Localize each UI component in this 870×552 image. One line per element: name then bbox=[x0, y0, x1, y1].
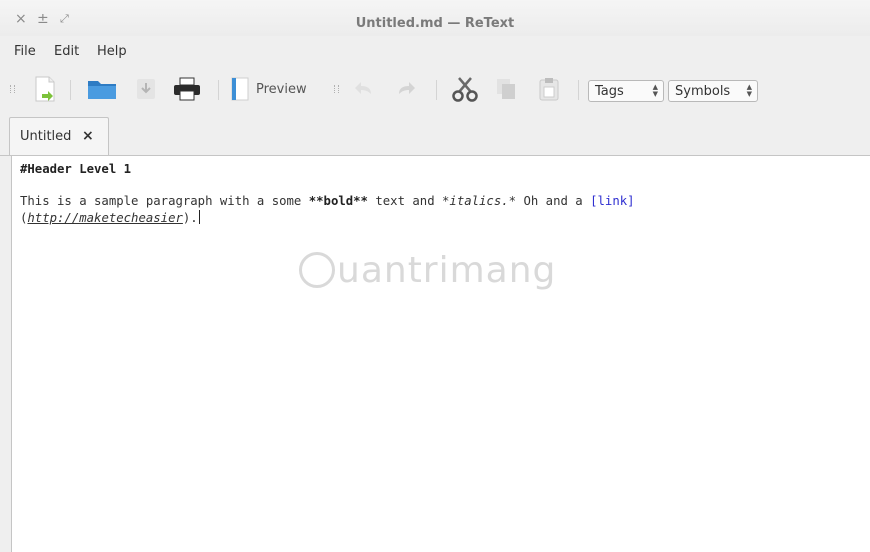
markdown-editor[interactable]: #Header Level 1 This is a sample paragra… bbox=[11, 156, 870, 552]
retext-window: × ± ⤢ Untitled.md — ReText File Edit Hel… bbox=[0, 0, 870, 552]
text-cursor bbox=[198, 210, 200, 224]
menu-file[interactable]: File bbox=[14, 44, 36, 59]
undo-button[interactable] bbox=[350, 74, 378, 104]
new-document-icon bbox=[35, 76, 55, 102]
toolbar-separator bbox=[436, 80, 437, 100]
redo-icon bbox=[399, 82, 415, 94]
combo-arrows-icon: ▲ ▼ bbox=[652, 83, 658, 98]
symbols-combo-label: Symbols bbox=[675, 84, 731, 99]
copy-icon bbox=[497, 79, 515, 99]
editor-line-url: (http://maketecheasier). bbox=[20, 210, 200, 225]
tab-label: Untitled bbox=[20, 129, 72, 144]
paragraph-text: text and bbox=[367, 194, 443, 208]
tags-combo[interactable]: Tags ▲ ▼ bbox=[588, 80, 664, 102]
header-text: #Header Level 1 bbox=[20, 162, 132, 176]
paren-close: ). bbox=[182, 211, 198, 225]
link-markup: [link] bbox=[590, 194, 635, 208]
title-bar: × ± ⤢ Untitled.md — ReText bbox=[0, 0, 870, 36]
cut-button[interactable] bbox=[450, 74, 480, 104]
redo-button[interactable] bbox=[392, 74, 420, 104]
preview-label: Preview bbox=[256, 81, 307, 97]
toolbar-grip[interactable] bbox=[334, 85, 339, 93]
bold-markup: **bold** bbox=[308, 194, 368, 208]
folder-icon bbox=[88, 81, 116, 99]
clipboard-icon bbox=[539, 78, 559, 101]
watermark: uantrimang bbox=[299, 250, 556, 291]
menu-edit[interactable]: Edit bbox=[54, 44, 79, 59]
scissors-icon bbox=[452, 77, 478, 102]
toolbar: Preview Tags ▲ ▼ Symbols ▲ ▼ bbox=[0, 66, 870, 114]
copy-button[interactable] bbox=[492, 74, 520, 104]
watermark-text: uantrimang bbox=[337, 250, 557, 291]
italic-markup: *italics.* bbox=[442, 194, 517, 208]
paragraph-text: Oh and a bbox=[516, 194, 591, 208]
printer-icon bbox=[174, 77, 200, 101]
open-file-button[interactable] bbox=[84, 74, 120, 104]
toolbar-separator bbox=[578, 80, 579, 100]
menu-help[interactable]: Help bbox=[97, 44, 127, 59]
toolbar-grip[interactable] bbox=[10, 85, 15, 93]
editor-line-paragraph: This is a sample paragraph with a some *… bbox=[20, 194, 635, 208]
undo-icon bbox=[355, 82, 371, 94]
close-tab-icon[interactable]: × bbox=[82, 128, 94, 144]
tags-combo-label: Tags bbox=[595, 84, 624, 99]
preview-button[interactable]: Preview bbox=[230, 74, 320, 104]
new-document-button[interactable] bbox=[28, 74, 62, 104]
paragraph-text: This is a sample paragraph with a some bbox=[20, 194, 309, 208]
symbols-combo[interactable]: Symbols ▲ ▼ bbox=[668, 80, 758, 102]
toolbar-separator bbox=[70, 80, 71, 100]
lightbulb-icon bbox=[299, 252, 335, 288]
preview-document-icon bbox=[231, 77, 249, 101]
tab-untitled[interactable]: Untitled × bbox=[9, 117, 109, 155]
paste-button[interactable] bbox=[535, 74, 563, 104]
editor-line-header: #Header Level 1 bbox=[20, 162, 131, 176]
link-url: http://maketecheasier bbox=[27, 211, 183, 225]
save-arrow-icon bbox=[137, 79, 155, 99]
print-button[interactable] bbox=[170, 74, 204, 104]
combo-arrows-icon: ▲ ▼ bbox=[746, 83, 752, 98]
tab-bar: Untitled × bbox=[0, 117, 870, 156]
window-title: Untitled.md — ReText bbox=[355, 16, 515, 31]
toolbar-separator bbox=[218, 80, 219, 100]
save-button[interactable] bbox=[132, 74, 160, 104]
